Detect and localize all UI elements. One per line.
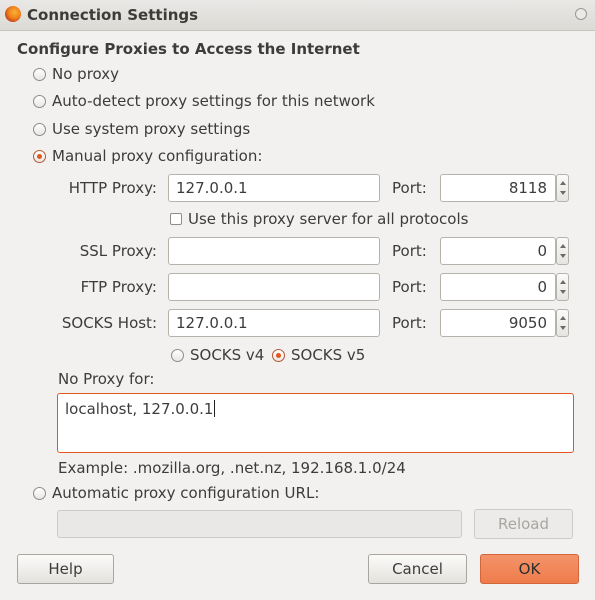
title-bar: Connection Settings — [0, 0, 595, 31]
spin-up-icon[interactable] — [560, 280, 566, 284]
spin-down-icon[interactable] — [560, 254, 566, 258]
http-port-input[interactable]: 8118 — [440, 174, 556, 202]
socks-port-input[interactable]: 9050 — [440, 309, 556, 337]
spin-up-icon[interactable] — [560, 316, 566, 320]
ssl-port-label: Port: — [392, 242, 427, 260]
ssl-port-spinner[interactable] — [556, 237, 569, 265]
ssl-port-input[interactable]: 0 — [440, 237, 556, 265]
firefox-icon — [5, 6, 21, 22]
radio-label: Use system proxy settings — [52, 120, 251, 138]
reload-button[interactable]: Reload — [474, 509, 573, 539]
socks-port-spinner[interactable] — [556, 309, 569, 337]
spin-down-icon[interactable] — [560, 191, 566, 195]
radio-no-proxy[interactable]: No proxy — [33, 65, 119, 83]
radio-button[interactable] — [33, 94, 46, 108]
radio-button[interactable] — [33, 67, 46, 81]
ok-button[interactable]: OK — [480, 554, 579, 584]
cancel-button[interactable]: Cancel — [368, 554, 467, 584]
section-heading: Configure Proxies to Access the Internet — [17, 40, 360, 58]
ftp-proxy-label: FTP Proxy: — [80, 278, 157, 296]
ssl-proxy-input[interactable] — [168, 237, 380, 265]
socks-host-input[interactable]: 127.0.0.1 — [168, 309, 380, 337]
http-port-label: Port: — [392, 179, 427, 197]
radio-button[interactable] — [33, 486, 46, 500]
ssl-proxy-label: SSL Proxy: — [79, 242, 157, 260]
socks-host-label: SOCKS Host: — [61, 314, 157, 332]
spin-up-icon[interactable] — [560, 244, 566, 248]
radio-label: No proxy — [52, 65, 119, 83]
radio-button-selected[interactable] — [272, 348, 285, 362]
text-caret — [214, 400, 216, 417]
all-protocols-label: Use this proxy server for all protocols — [188, 210, 469, 228]
spin-down-icon[interactable] — [560, 290, 566, 294]
radio-label: SOCKS v4 — [190, 346, 265, 364]
http-proxy-input[interactable]: 127.0.0.1 — [168, 174, 380, 202]
radio-button[interactable] — [33, 122, 46, 136]
radio-socks-v5[interactable]: SOCKS v5 — [272, 346, 365, 364]
window-title: Connection Settings — [27, 6, 199, 24]
all-protocols-checkbox-row[interactable]: Use this proxy server for all protocols — [170, 210, 468, 228]
auto-config-url-input[interactable] — [57, 510, 462, 538]
close-icon[interactable] — [575, 8, 587, 20]
radio-socks-v4[interactable]: SOCKS v4 — [171, 346, 264, 364]
radio-manual-proxy[interactable]: Manual proxy configuration: — [33, 147, 262, 165]
radio-label: SOCKS v5 — [291, 346, 366, 364]
no-proxy-textarea[interactable]: localhost, 127.0.0.1 — [57, 393, 574, 453]
ftp-port-spinner[interactable] — [556, 273, 569, 301]
radio-auto-detect[interactable]: Auto-detect proxy settings for this netw… — [33, 92, 375, 110]
radio-label: Automatic proxy configuration URL: — [52, 484, 320, 502]
spin-up-icon[interactable] — [560, 181, 566, 185]
http-port-spinner[interactable] — [556, 174, 569, 202]
socks-port-label: Port: — [392, 314, 427, 332]
radio-auto-config-url[interactable]: Automatic proxy configuration URL: — [33, 484, 319, 502]
ftp-port-input[interactable]: 0 — [440, 273, 556, 301]
no-proxy-example: Example: .mozilla.org, .net.nz, 192.168.… — [58, 459, 406, 477]
radio-label: Manual proxy configuration: — [52, 147, 263, 165]
all-protocols-checkbox[interactable] — [170, 213, 182, 225]
ftp-port-label: Port: — [392, 278, 427, 296]
no-proxy-label: No Proxy for: — [58, 370, 155, 388]
help-button[interactable]: Help — [17, 554, 114, 584]
radio-label: Auto-detect proxy settings for this netw… — [52, 92, 375, 110]
ftp-proxy-input[interactable] — [168, 273, 380, 301]
no-proxy-value: localhost, 127.0.0.1 — [65, 400, 214, 418]
radio-system-proxy[interactable]: Use system proxy settings — [33, 120, 250, 138]
http-proxy-label: HTTP Proxy: — [68, 179, 157, 197]
spin-down-icon[interactable] — [560, 326, 566, 330]
radio-button-selected[interactable] — [33, 149, 46, 163]
radio-button[interactable] — [171, 348, 184, 362]
